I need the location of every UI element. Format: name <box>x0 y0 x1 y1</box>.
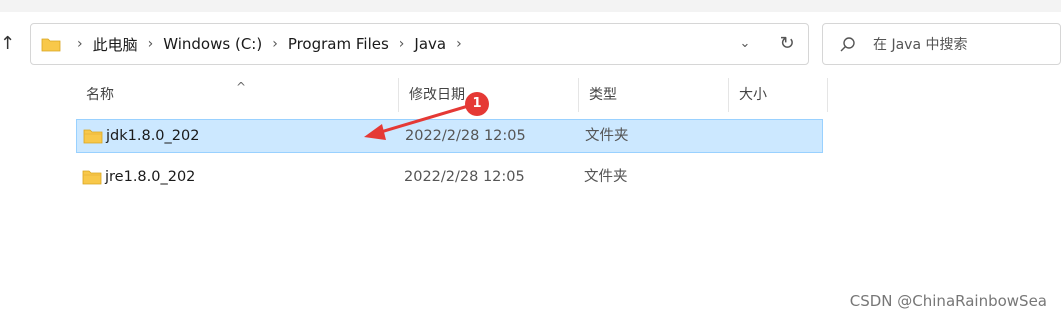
column-header-size[interactable]: 大小 <box>728 78 828 112</box>
file-type: 文件夹 <box>585 128 629 144</box>
column-modified-label: 修改日期 <box>409 87 465 103</box>
sort-up-icon: ^ <box>236 80 247 94</box>
search-box[interactable] <box>822 23 1061 65</box>
watermark: CSDN @ChinaRainbowSea <box>849 292 1047 310</box>
chevron-right-icon[interactable]: › <box>67 36 93 52</box>
file-row-jdk[interactable]: jdk1.8.0_202 2022/2/28 12:05 文件夹 <box>76 119 823 153</box>
up-arrow-icon[interactable]: ↑ <box>0 34 15 54</box>
breadcrumb-item-windows-c[interactable]: Windows (C:) <box>163 35 262 53</box>
file-name[interactable]: jre1.8.0_202 <box>105 161 195 193</box>
folder-icon <box>82 170 102 185</box>
chevron-right-icon[interactable]: › <box>446 36 472 52</box>
breadcrumb: › 此电脑 › Windows (C:) › Program Files › J… <box>67 24 472 64</box>
breadcrumb-item-this-pc[interactable]: 此电脑 <box>93 34 138 55</box>
column-headers: 名称 ^ 修改日期 类型 大小 <box>76 78 828 112</box>
column-name-label: 名称 <box>86 87 114 103</box>
search-input[interactable] <box>871 32 1055 58</box>
chevron-down-icon[interactable]: ⌄ <box>734 34 756 54</box>
annotation-badge: 1 <box>465 92 489 116</box>
address-bar[interactable]: › 此电脑 › Windows (C:) › Program Files › J… <box>30 23 809 65</box>
search-icon <box>840 37 855 52</box>
column-header-name[interactable]: 名称 ^ <box>76 78 398 112</box>
title-strip <box>0 0 1061 12</box>
breadcrumb-item-program-files[interactable]: Program Files <box>288 35 389 53</box>
folder-icon <box>41 38 61 52</box>
file-modified: 2022/2/28 12:05 <box>404 169 525 185</box>
folder-icon <box>83 129 103 144</box>
file-type: 文件夹 <box>584 169 628 185</box>
chevron-right-icon[interactable]: › <box>138 36 164 52</box>
file-row-jre[interactable]: jre1.8.0_202 2022/2/28 12:05 文件夹 <box>76 161 823 195</box>
file-name[interactable]: jdk1.8.0_202 <box>106 120 199 152</box>
file-modified: 2022/2/28 12:05 <box>405 128 526 144</box>
chevron-right-icon[interactable]: › <box>262 36 288 52</box>
refresh-icon[interactable]: ↻ <box>776 33 798 55</box>
breadcrumb-item-java[interactable]: Java <box>414 35 446 53</box>
chevron-right-icon[interactable]: › <box>389 36 415 52</box>
column-type-label: 类型 <box>589 87 617 103</box>
column-size-label: 大小 <box>739 87 767 103</box>
column-header-type[interactable]: 类型 <box>578 78 728 112</box>
